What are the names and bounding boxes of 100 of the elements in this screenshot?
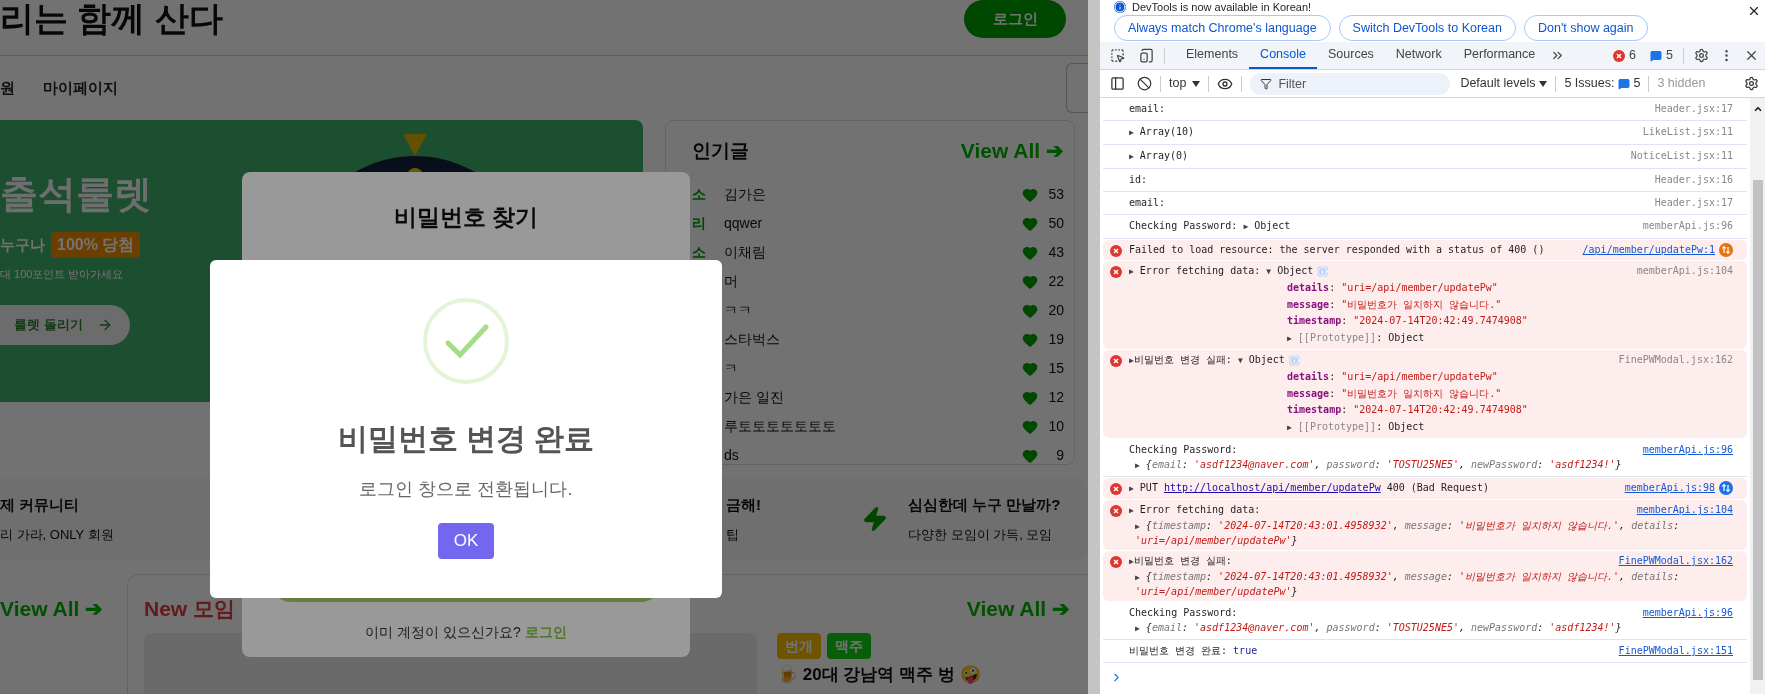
console-message: ▶ Array(0) [1129, 149, 1188, 163]
post-title[interactable]: 김가은 [724, 184, 766, 205]
console-message: ▶ Error fetching data: [1129, 503, 1261, 517]
object-property: details: "uri=/api/member/updatePw" [1287, 281, 1499, 295]
like-count: 53 [1047, 185, 1064, 204]
post-category: 소 [692, 244, 706, 260]
feature-title: 제 커뮤니티 [0, 495, 81, 515]
post-category: 리 [692, 215, 706, 231]
console-message: ▶ Error fetching data: ▼ Object [1129, 264, 1314, 278]
object-property: details: "uri=/api/member/updatePw" [1287, 370, 1499, 384]
banner-badge: 100% 당첨 [51, 232, 141, 258]
devtools-tab[interactable]: Console [1249, 42, 1317, 69]
source-link[interactable]: memberApi.js:96 [1642, 442, 1733, 458]
object-property: message: "비밀번호가 일치하지 않습니다." [1287, 297, 1503, 312]
source-link[interactable]: Header.jsx:16 [1654, 172, 1733, 188]
ok-button[interactable]: OK [437, 523, 495, 559]
source-link[interactable]: memberApi.js:96 [1642, 605, 1733, 621]
devtools-tab[interactable]: Sources [1317, 42, 1385, 69]
feature-text: 팁 [726, 525, 740, 544]
post-title[interactable]: 루토토토토토토토 [724, 416, 836, 437]
object-preview: ▶ {email: 'asdf1234@naver.com', password: 'TOSTU25NE5', newPassword: 'asdf1234!'} [1134, 621, 1623, 635]
source-link[interactable]: memberApi.js:104 [1636, 263, 1733, 279]
console-message: ▶ Array(10) [1129, 125, 1195, 139]
console-message: email: [1129, 102, 1166, 116]
hidden-count: 3 hidden [1657, 75, 1706, 93]
source-link[interactable]: Header.jsx:17 [1654, 195, 1733, 211]
console-message: 비밀번호 변경 완료: true [1129, 644, 1258, 658]
feature-title: 심심한데 누구 만날까? [908, 495, 1061, 515]
feature-text: 리 가라, ONLY 회원 [0, 525, 114, 544]
message-count[interactable]: 5 [1666, 46, 1673, 65]
context-select[interactable]: top [1169, 74, 1201, 93]
source-link[interactable]: FinePWModal.jsx:162 [1618, 352, 1733, 368]
console-message: Checking Password: [1129, 606, 1238, 620]
post-title[interactable]: qqwer [724, 213, 763, 234]
object-property: ▶ [[Prototype]]: Object [1287, 419, 1426, 434]
object-property: ▶ [[Prototype]]: Object [1287, 330, 1426, 345]
panel-title: 인기글 [692, 138, 749, 163]
console-message: id: [1129, 173, 1148, 187]
like-count: 20 [1047, 301, 1064, 320]
object-property: message: "비밀번호가 일치하지 않습니다." [1287, 386, 1503, 401]
console-message: ▶비밀번호 변경 실패: [1129, 554, 1232, 568]
meeting-tag: 맥주 [827, 632, 871, 659]
login-button[interactable]: 로그인 [964, 0, 1066, 38]
source-link[interactable]: memberApi.js:96 [1642, 218, 1733, 234]
devtools-tab[interactable]: Performance [1452, 42, 1547, 69]
banner-lead: 누구나 [0, 234, 45, 255]
post-title[interactable]: ds [724, 445, 739, 466]
object-preview: ▶ {email: 'asdf1234@naver.com', password: 'TOSTU25NE5', newPassword: 'asdf1234!'} [1134, 458, 1623, 472]
nav-link[interactable]: 원 [0, 76, 15, 100]
dialog-text: 로그인 창으로 전환됩니다. [359, 478, 573, 501]
login-prompt: 이미 계정이 있으신가요? 로그인 [365, 623, 567, 642]
console-message: ▶ PUT http://localhost/api/member/updatePw 400 (Bad Request) [1129, 481, 1490, 495]
meeting-tag: 번개 [777, 632, 821, 659]
source-link[interactable]: Header.jsx:17 [1654, 101, 1733, 117]
console-message: email: [1129, 196, 1166, 210]
nav-link[interactable]: 마이페이지 [43, 76, 118, 100]
source-link[interactable]: LikeList.jsx:11 [1642, 124, 1733, 140]
like-count: 50 [1047, 214, 1064, 233]
post-title[interactable]: 스타벅스 [724, 329, 780, 350]
source-link[interactable]: FinePWModal.jsx:162 [1618, 553, 1733, 569]
source-link[interactable]: FinePWModal.jsx:151 [1618, 643, 1733, 659]
like-count: 43 [1047, 243, 1064, 262]
notice-text: DevTools is now available in Korean! [1132, 0, 1312, 14]
meeting-title: 🍺 20대 강남역 맥주 벙 🤪 [777, 663, 981, 686]
console-message: Failed to load resource: the server responded with a status of 400 () [1129, 243, 1545, 257]
object-property: timestamp: "2024-07-14T20:42:49.7474908" [1287, 403, 1529, 417]
object-preview: ▶ {timestamp: '2024-07-14T20:43:01.4958932', message: '비밀번호가 일치하지 않습니다.', details: 'uri=/api/member/updatePw'} [1134, 519, 1681, 548]
post-title[interactable]: ㅋㅋ [724, 300, 752, 321]
like-count: 10 [1047, 417, 1064, 436]
console-message: ▶비밀번호 변경 실패: ▼ Object [1129, 353, 1285, 367]
panel-title: New 모임 [144, 596, 235, 622]
source-link[interactable]: memberApi.js:104 [1636, 502, 1733, 518]
like-count: 9 [1055, 446, 1064, 465]
source-link[interactable]: /api/member/updatePw:1 [1582, 242, 1715, 258]
post-category: 소 [692, 186, 706, 202]
source-link[interactable]: NoticeList.jsx:11 [1630, 148, 1733, 164]
like-count: 19 [1047, 330, 1064, 349]
post-title[interactable]: ㅋ [724, 358, 738, 379]
issues-label[interactable]: 5 Issues: [1564, 74, 1615, 93]
post-title[interactable]: 머 [724, 271, 738, 292]
object-property: timestamp: "2024-07-14T20:42:49.7474908" [1287, 314, 1529, 328]
source-link[interactable]: memberApi.js:98 [1624, 480, 1715, 496]
devtools-tab[interactable]: Network [1384, 42, 1453, 69]
levels-select[interactable]: Default levels [1460, 74, 1548, 93]
error-count[interactable]: 6 [1629, 46, 1637, 65]
console-message: Checking Password: [1129, 443, 1238, 457]
feature-text: 다양한 모임이 가득, 모임 [908, 525, 1054, 544]
url-link[interactable]: http://localhost/api/member/updatePw [1163, 482, 1381, 493]
post-title[interactable]: 가은 일진 [724, 387, 784, 408]
issues-count[interactable]: 5 [1633, 74, 1641, 93]
roulette-button[interactable]: 룰렛 돌리기 [0, 304, 130, 345]
post-title[interactable]: 이채림 [724, 242, 766, 263]
filter-field[interactable]: Filter [1250, 72, 1451, 95]
like-count: 12 [1047, 388, 1064, 407]
banner-title: 출석룰렛 [0, 172, 153, 216]
site-title: 리는 함께 산다 [0, 0, 223, 36]
like-count: 22 [1047, 272, 1064, 291]
dialog-title: 비밀번호 변경 완료 [337, 421, 595, 457]
modal-title: 비밀번호 찾기 [393, 203, 539, 232]
devtools-tab[interactable]: Elements [1175, 42, 1250, 69]
